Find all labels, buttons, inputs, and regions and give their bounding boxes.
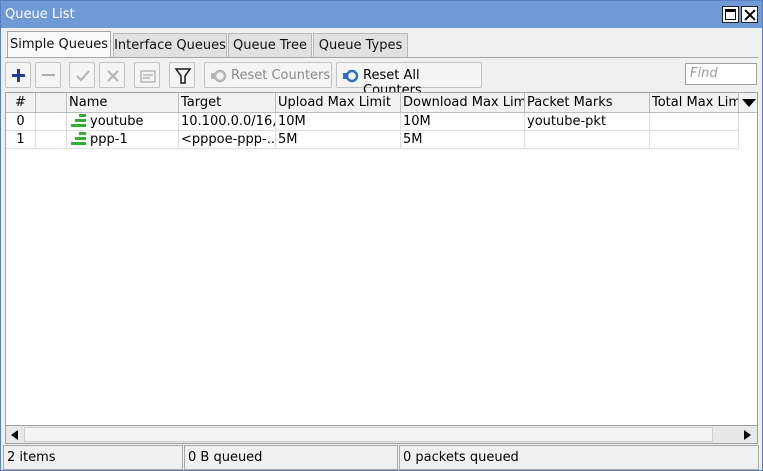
row-flags <box>36 131 67 149</box>
scroll-right-icon[interactable] <box>744 430 751 440</box>
row-name-cell: ppp-1 <box>67 131 179 149</box>
find-input[interactable]: Find <box>685 63 757 85</box>
tab-divider <box>5 57 758 58</box>
col-header-flags[interactable] <box>36 93 67 113</box>
reset-all-counters-button[interactable]: Reset All Counters <box>336 62 482 98</box>
col-header-total-max-limit[interactable]: Total Max Limit <box>650 93 739 113</box>
queue-table: # Name Target Upload Max Limit Download … <box>5 92 758 426</box>
window-title: Queue List <box>5 7 75 22</box>
scroll-thumb[interactable] <box>24 427 713 442</box>
comment-button[interactable] <box>134 62 160 88</box>
enable-button[interactable] <box>69 62 95 88</box>
row-download-max-limit: 5M <box>401 131 525 149</box>
tab-interface-queues[interactable]: Interface Queues <box>113 33 227 57</box>
row-packet-marks: youtube-pkt <box>525 113 650 131</box>
tab-queue-types[interactable]: Queue Types <box>313 33 408 57</box>
row-packet-marks <box>525 131 650 149</box>
row-upload-max-limit: 10M <box>276 113 401 131</box>
col-header-name[interactable]: Name <box>67 93 179 113</box>
simple-queue-icon <box>71 114 86 127</box>
row-number: 0 <box>6 113 36 131</box>
tab-queue-tree[interactable]: Queue Tree <box>228 33 312 57</box>
reset-counters-button[interactable]: Reset Counters <box>204 62 332 88</box>
status-bar: 2 items 0 B queued 0 packets queued <box>1 445 762 470</box>
row-upload-max-limit: 5M <box>276 131 401 149</box>
horizontal-scrollbar[interactable] <box>5 426 758 444</box>
note-icon <box>140 70 156 83</box>
col-header-packet-marks[interactable]: Packet Marks <box>525 93 650 113</box>
col-header-download-max-limit[interactable]: Download Max Limit <box>401 93 525 113</box>
status-item-count: 2 items <box>3 445 183 470</box>
add-button[interactable] <box>5 62 31 88</box>
tab-simple-queues[interactable]: Simple Queues <box>7 31 111 58</box>
title-bar[interactable]: Queue List <box>1 1 762 28</box>
row-total-max-limit <box>650 113 739 131</box>
reset-counters-icon <box>211 69 227 83</box>
col-header-target[interactable]: Target <box>179 93 276 113</box>
status-packets-queued: 0 packets queued <box>399 445 759 470</box>
row-name: ppp-1 <box>90 132 128 147</box>
queue-list-window: Queue List Simple Queues Interface Queue… <box>0 0 763 471</box>
row-download-max-limit: 10M <box>401 113 525 131</box>
row-target: <pppoe-ppp-... <box>179 131 276 149</box>
check-icon <box>76 70 90 82</box>
close-icon[interactable] <box>741 6 758 23</box>
reset-all-counters-icon <box>343 69 359 83</box>
col-header-upload-max-limit[interactable]: Upload Max Limit <box>276 93 401 113</box>
filter-icon <box>174 68 192 84</box>
reset-counters-label: Reset Counters <box>231 68 331 83</box>
x-icon <box>107 70 119 82</box>
row-flags <box>36 113 67 131</box>
col-header-number[interactable]: # <box>6 93 36 113</box>
column-menu-icon[interactable] <box>739 93 757 113</box>
scroll-left-icon[interactable] <box>11 430 18 440</box>
simple-queue-icon <box>71 132 86 145</box>
row-target: 10.100.0.0/16, ... <box>179 113 276 131</box>
table-row[interactable]: 0 youtube 10.100.0.0/16, ... 10M 10M you… <box>6 113 757 131</box>
status-bytes-queued: 0 B queued <box>184 445 398 470</box>
row-number: 1 <box>6 131 36 149</box>
remove-button[interactable] <box>35 62 61 88</box>
plus-icon <box>12 69 25 82</box>
disable-button[interactable] <box>99 62 125 88</box>
row-name: youtube <box>90 114 144 129</box>
table-row[interactable]: 1 ppp-1 <pppoe-ppp-... 5M 5M <box>6 131 757 149</box>
row-total-max-limit <box>650 131 739 149</box>
toolbar: Reset Counters Reset All Counters Find <box>1 59 762 98</box>
filter-button[interactable] <box>169 62 195 88</box>
minus-icon <box>42 74 55 76</box>
maximize-icon[interactable] <box>722 6 739 23</box>
row-name-cell: youtube <box>67 113 179 131</box>
